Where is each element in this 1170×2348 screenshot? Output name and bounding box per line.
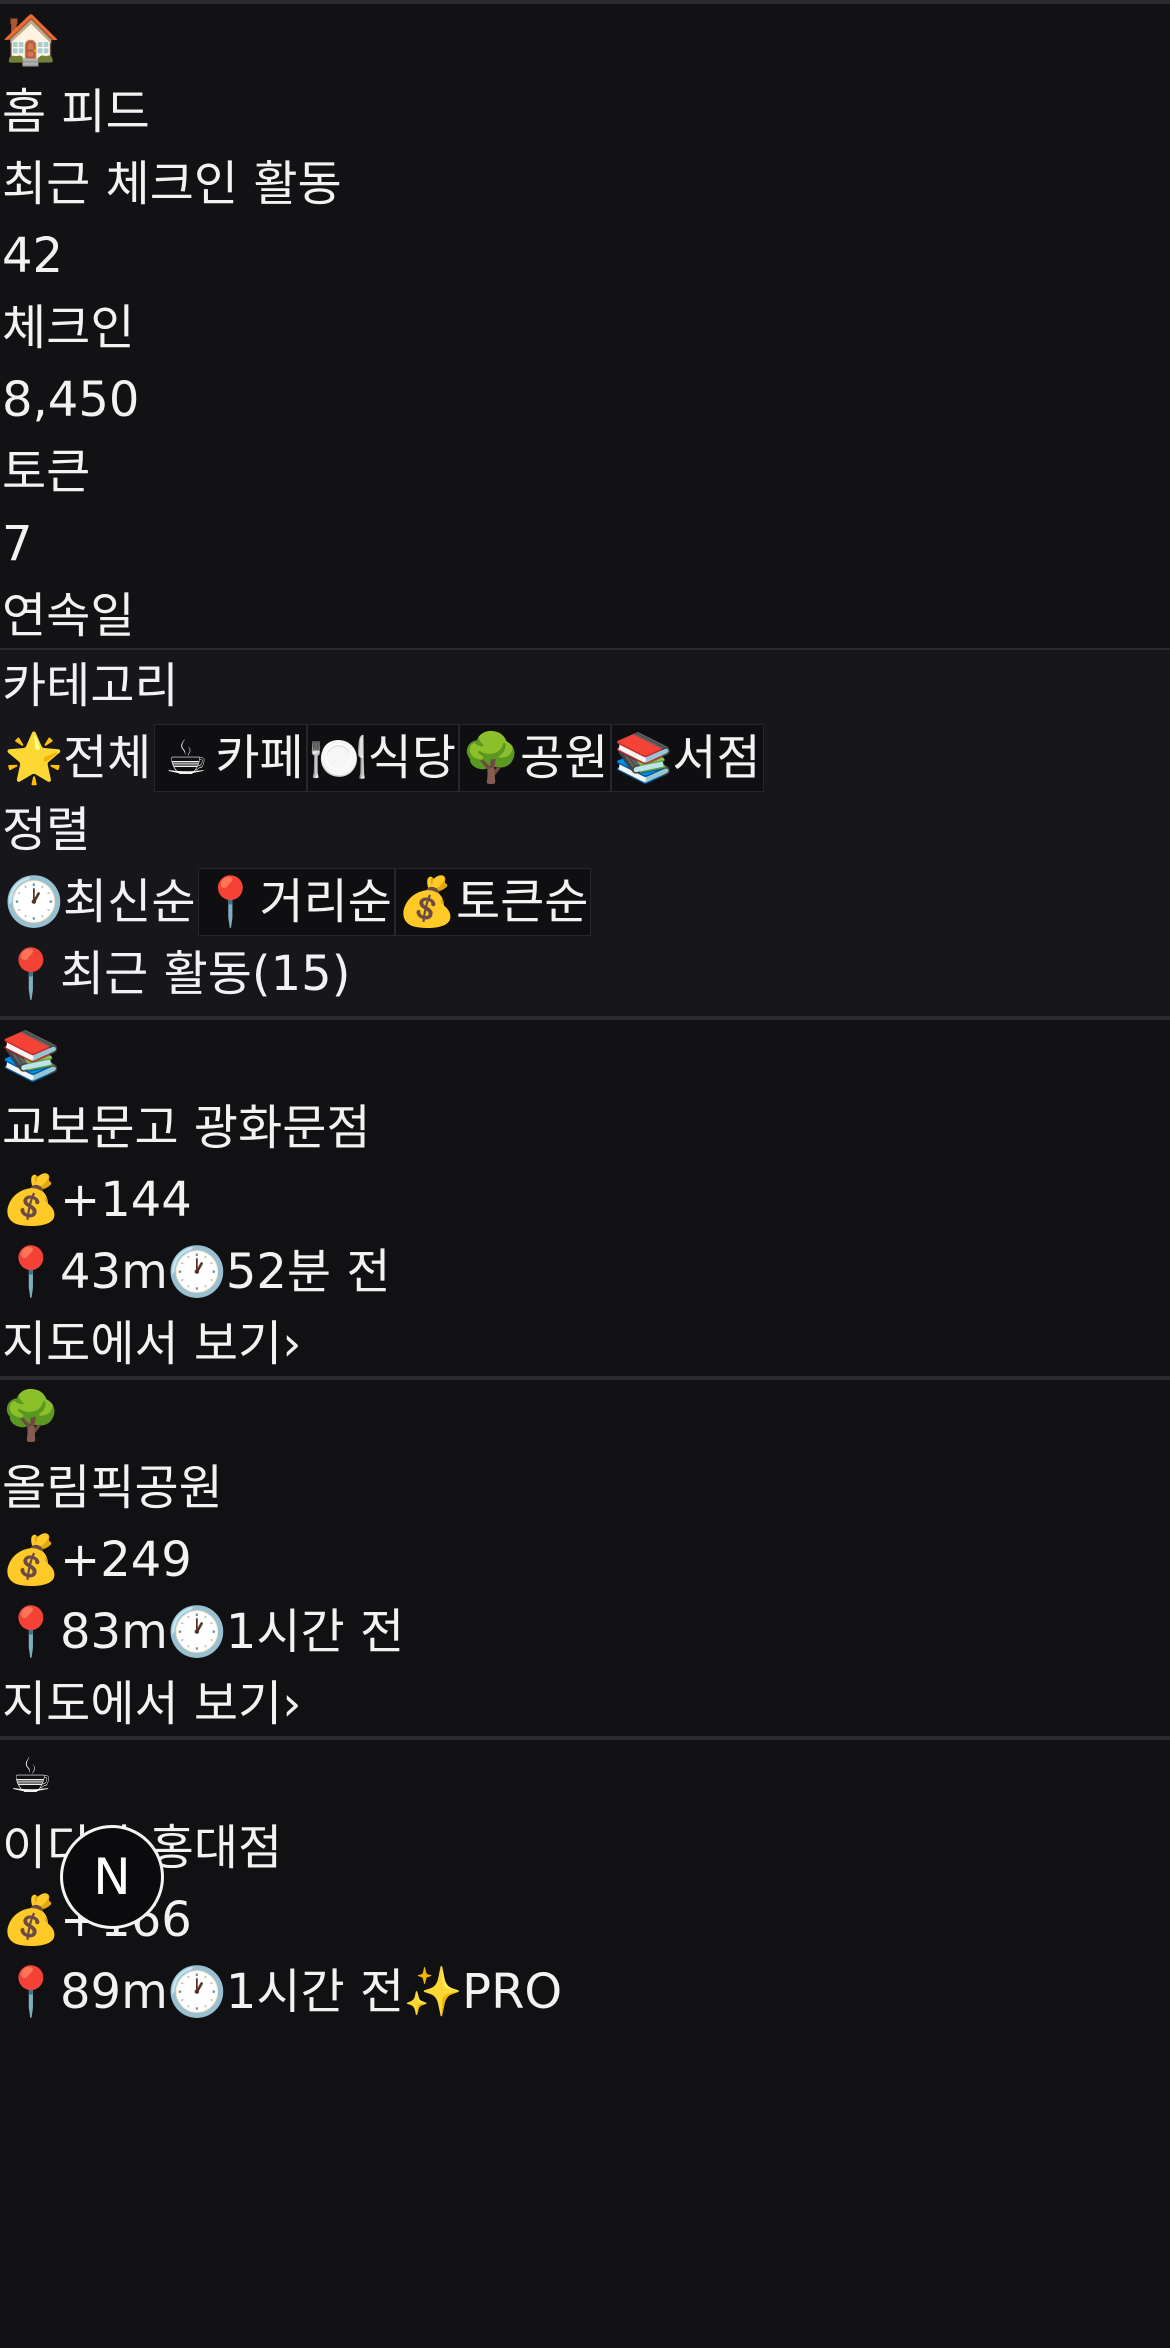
category-chip-park-label: 공원 [519, 730, 609, 786]
category-chip-cafe-label: 카페 [215, 730, 304, 786]
card-meta-row: 📍 43m 🕐 52분 전 [0, 1236, 1170, 1308]
books-icon: 📚 [613, 730, 674, 786]
card-category-row: 📚 [0, 1020, 1170, 1092]
card-time-meta: 🕐 52분 전 [166, 1236, 391, 1308]
pin-icon: 📍 [1, 1244, 61, 1300]
card-time-meta: 🕐 1시간 전 [166, 1596, 405, 1668]
clock-icon: 🕐 [166, 1244, 227, 1300]
coffee-icon: ☕ [164, 730, 208, 786]
sort-chip-latest[interactable]: 🕐 최신순 [2, 868, 198, 936]
tree-icon: 🌳 [1, 1388, 61, 1444]
sort-chip-token[interactable]: 💰 토큰순 [394, 868, 592, 936]
card-category-row: 🌳 [0, 1380, 1170, 1452]
card-category-row: ☕ [0, 1740, 1170, 1812]
token-count: 8,450 [2, 372, 140, 428]
sort-chip-distance[interactable]: 📍 거리순 [198, 868, 395, 936]
card-distance-meta: 📍 83m [1, 1596, 168, 1668]
pro-label: PRO [462, 1964, 563, 2020]
category-chip-restaurant-label: 식당 [367, 730, 456, 786]
sort-chip-latest-label: 최신순 [63, 874, 196, 930]
card-distance-value: 89m [60, 1964, 168, 2020]
card-title: 이디야 홍대점 [2, 1820, 283, 1876]
coffee-icon: ☕ [9, 1748, 53, 1804]
card-meta-row: 📍 89m 🕐 1시간 전 ✨ PRO [0, 1956, 1170, 2028]
feed-card-olympic-park: 🌳 올림픽공원 💰 +249 📍 83m 🕐 1시간 전 지도에서 보기› [0, 1376, 1170, 1736]
page-subtitle: 최근 체크인 활동 [2, 156, 342, 212]
floating-n-badge[interactable]: N [60, 1825, 164, 1929]
category-title: 카테고리 [2, 658, 179, 714]
category-chip-park[interactable]: 🌳 공원 [458, 724, 612, 792]
tree-icon: 🌳 [461, 730, 521, 786]
money-bag-icon: 💰 [1, 1172, 61, 1228]
pro-badge: ✨ PRO [403, 1956, 563, 2028]
pin-icon: 📍 [1, 946, 61, 1002]
card-distance-meta: 📍 43m [1, 1236, 168, 1308]
card-token-row: 💰 +249 [0, 1524, 1170, 1596]
view-on-map-link[interactable]: 지도에서 보기› [0, 1308, 1170, 1380]
streak-count: 7 [2, 516, 33, 572]
card-time-value: 1시간 전 [225, 1604, 405, 1660]
star-icon: 🌟 [4, 730, 64, 786]
card-time-value: 52분 전 [225, 1244, 391, 1300]
sparkles-icon: ✨ [403, 1964, 464, 2020]
money-bag-icon: 💰 [1, 1892, 61, 1948]
plate-icon: 🍽️ [308, 730, 369, 786]
recent-activity-label: 최근 활동(15) [60, 946, 351, 1002]
clock-icon: 🕐 [4, 874, 64, 930]
card-token-value: +249 [60, 1532, 192, 1588]
card-meta-row: 📍 83m 🕐 1시간 전 [0, 1596, 1170, 1668]
pin-icon: 📍 [200, 874, 261, 930]
card-title: 올림픽공원 [2, 1460, 223, 1516]
card-token-value: +144 [60, 1172, 192, 1228]
category-chip-row: 🌟 전체 ☕ 카페 🍽️ 식당 🌳 공원 📚 서점 [0, 722, 1170, 794]
sort-chip-token-label: 토큰순 [455, 874, 589, 930]
home-icon: 🏠 [1, 12, 61, 68]
checkin-label: 체크인 [2, 300, 135, 356]
feed-card-ediya: ☕ 이디야 홍대점 💰 +166 📍 89m 🕐 1시간 전 ✨ PRO [0, 1736, 1170, 2348]
checkin-count: 42 [2, 228, 64, 284]
card-token-row: 💰 +166 [0, 1884, 1170, 1956]
card-distance-meta: 📍 89m [1, 1956, 168, 2028]
card-token-row: 💰 +144 [0, 1164, 1170, 1236]
pin-icon: 📍 [1, 1604, 61, 1660]
card-distance-value: 83m [60, 1604, 168, 1660]
sort-title: 정렬 [2, 802, 91, 858]
pin-icon: 📍 [1, 1964, 61, 2020]
feed-header: 🏠 홈 피드 최근 체크인 활동 42 체크인 8,450 토큰 7 연속일 [0, 0, 1170, 648]
money-bag-icon: 💰 [397, 874, 457, 930]
feed-card-kyobo: 📚 교보문고 광화문점 💰 +144 📍 43m 🕐 52분 전 지도에서 보기… [0, 1016, 1170, 1376]
sort-chip-row: 🕐 최신순 📍 거리순 💰 토큰순 [0, 866, 1170, 938]
category-chip-all[interactable]: 🌟 전체 [2, 724, 154, 792]
page-title: 홈 피드 [2, 84, 150, 140]
view-on-map-link[interactable]: 지도에서 보기› [0, 1668, 1170, 1740]
category-chip-bookstore[interactable]: 📚 서점 [611, 724, 764, 792]
card-time-meta: 🕐 1시간 전 [166, 1956, 405, 2028]
category-chip-cafe[interactable]: ☕ 카페 [154, 724, 307, 792]
home-row: 🏠 [0, 4, 1170, 76]
category-chip-all-label: 전체 [63, 730, 152, 786]
category-chip-bookstore-label: 서점 [672, 730, 761, 786]
card-time-value: 1시간 전 [225, 1964, 405, 2020]
card-distance-value: 43m [60, 1244, 168, 1300]
clock-icon: 🕐 [166, 1604, 227, 1660]
streak-label: 연속일 [2, 588, 135, 644]
money-bag-icon: 💰 [1, 1532, 61, 1588]
clock-icon: 🕐 [166, 1964, 227, 2020]
sort-chip-distance-label: 거리순 [259, 874, 392, 930]
filters-panel: 카테고리 🌟 전체 ☕ 카페 🍽️ 식당 🌳 공원 📚 서점 정렬 🕐 최신순 [0, 648, 1170, 1016]
category-chip-restaurant[interactable]: 🍽️ 식당 [306, 724, 459, 792]
books-icon: 📚 [1, 1028, 61, 1084]
card-title: 교보문고 광화문점 [2, 1100, 371, 1156]
token-label: 토큰 [2, 444, 91, 500]
recent-activity-heading: 📍 최근 활동(15) [0, 938, 1170, 1010]
